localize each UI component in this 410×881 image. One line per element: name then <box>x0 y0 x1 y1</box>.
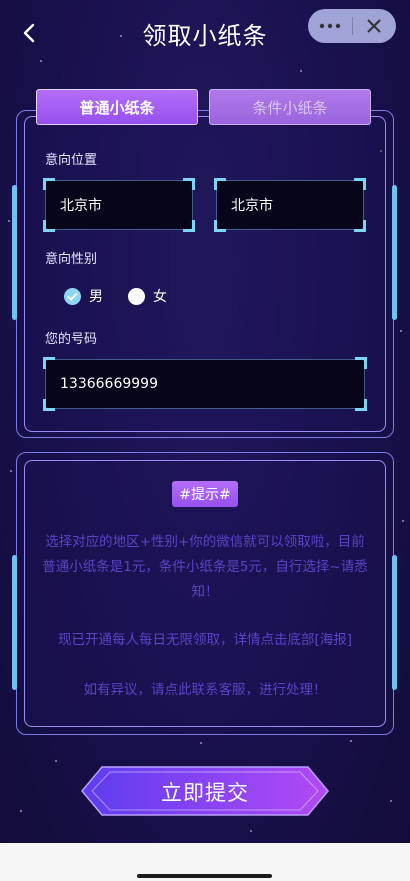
gender-option-male[interactable]: 男 <box>64 284 103 308</box>
radio-unchecked-icon <box>128 287 145 305</box>
phone-input[interactable]: 13366669999 <box>43 357 367 411</box>
corner-decoration <box>43 178 55 190</box>
gender-label: 意向性别 <box>45 252 98 267</box>
phone-value: 13366669999 <box>60 376 158 392</box>
more-button[interactable] <box>308 9 352 43</box>
notice-paragraph-1: 选择对应的地区+性别+你的微信就可以领取啦，目前普通小纸条是1元，条件小纸条是5… <box>42 534 368 600</box>
corner-decoration <box>183 220 195 232</box>
corner-decoration <box>354 220 366 232</box>
radio-checked-icon <box>64 287 81 305</box>
corner-decoration <box>43 357 55 369</box>
notice-side-bar-left <box>12 555 17 690</box>
corner-decoration <box>355 357 367 369</box>
province-value: 北京市 <box>60 198 102 214</box>
corner-decoration <box>43 399 55 411</box>
tab-conditional-note[interactable]: 条件小纸条 <box>209 89 371 125</box>
corner-decoration <box>183 178 195 190</box>
province-select[interactable]: 北京市 <box>43 178 195 232</box>
notice-paragraph-3[interactable]: 如有异议，请点此联系客服，进行处理！ <box>40 678 370 703</box>
tab-normal-note[interactable]: 普通小纸条 <box>36 89 198 125</box>
submit-button[interactable]: 立即提交 <box>80 765 330 817</box>
city-select[interactable]: 北京市 <box>214 178 366 232</box>
notice-side-bar-right <box>392 555 397 690</box>
nav-header: 领取小纸条 <box>0 0 410 68</box>
corner-decoration <box>355 399 367 411</box>
corner-decoration <box>214 220 226 232</box>
location-label: 意向位置 <box>45 153 98 168</box>
submit-label: 立即提交 <box>161 781 249 805</box>
gender-female-label: 女 <box>153 289 167 305</box>
notice-tag: #提示# <box>172 481 238 507</box>
corner-decoration <box>214 178 226 190</box>
panel-side-bar-left <box>12 185 17 320</box>
gender-male-label: 男 <box>89 289 103 305</box>
more-dots-icon <box>319 23 340 29</box>
panel-side-bar-right <box>392 185 397 320</box>
close-button[interactable] <box>352 9 396 43</box>
phone-label: 您的号码 <box>45 332 98 347</box>
corner-decoration <box>43 220 55 232</box>
corner-decoration <box>354 178 366 190</box>
close-icon <box>367 19 381 33</box>
home-indicator[interactable] <box>137 874 272 878</box>
gender-option-female[interactable]: 女 <box>128 284 167 308</box>
mini-program-capsule <box>308 9 396 43</box>
city-value: 北京市 <box>231 198 273 214</box>
notice-paragraph-2: 现已开通每人每日无限领取，详情点击底部[海报] <box>57 632 353 648</box>
